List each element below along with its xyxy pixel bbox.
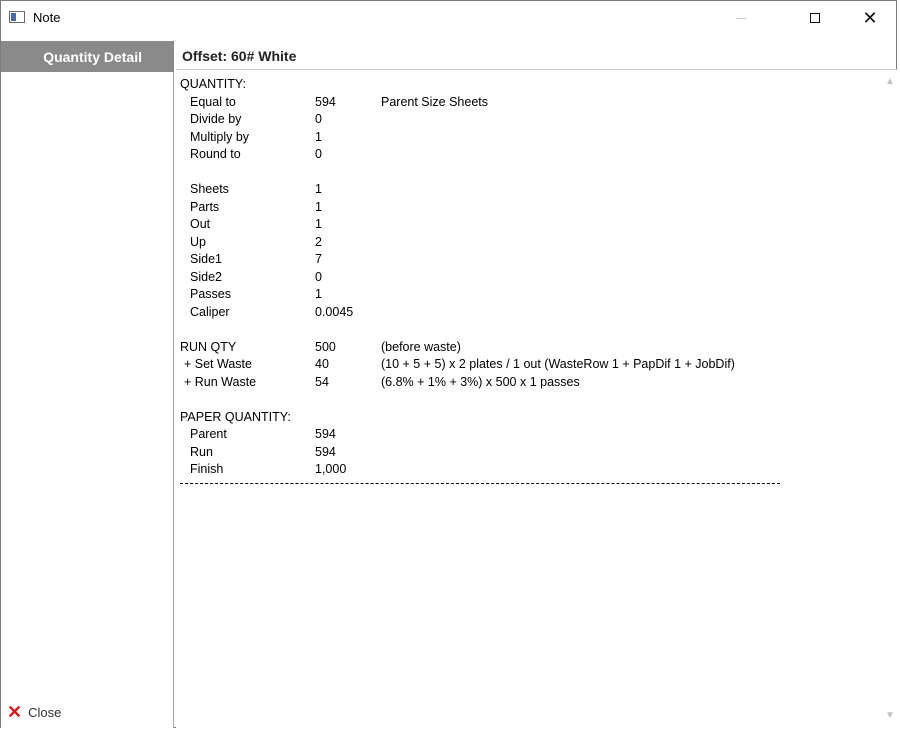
detail-row: Finish 1,000 [180,461,870,479]
close-button[interactable]: ✕ Close [7,702,62,722]
detail-row: Equal to 594 Parent Size Sheets [180,94,870,112]
note-text-area[interactable]: QUANTITY: Equal to 594 Parent Size Sheets D… [176,69,898,728]
row-value: 1 [315,129,322,144]
row-label: Passes [190,287,231,301]
detail-row: Out 1 [180,216,870,234]
row-label: Round to [190,147,241,161]
row-label: Finish [190,462,224,476]
row-label: Multiply by [190,129,250,144]
row-label: Sheets [190,182,229,196]
minimize-icon [736,17,746,19]
row-value: 1 [315,182,322,196]
row-note: Parent Size Sheets [381,94,489,109]
row-value: 594 [315,427,336,441]
quantity-heading: QUANTITY: [180,77,246,91]
row-label: Up [190,234,206,249]
detail-row: Up 2 [180,234,870,252]
close-icon: ✕ [862,8,878,28]
window-close-button[interactable]: ✕ [847,1,893,35]
detail-row: Run 594 [180,444,870,462]
row-value: 1,000 [315,462,347,476]
note-body: QUANTITY: Equal to 594 Parent Size Sheets D… [180,76,870,484]
detail-row: Multiply by 1 [180,129,870,147]
detail-row: + Run Waste 54 (6.8% + 1% + 3%) x 500 x 1 … [180,374,870,392]
note-window: Note ✕ Quantity Detail ✕ Close Offset: 6… [0,0,898,728]
row-value: 40 [315,357,329,371]
row-value: 0 [315,147,322,161]
vertical-scrollbar[interactable]: ▲ ▼ [881,70,898,727]
maximize-icon [810,13,820,23]
detail-row: Sheets 1 [180,181,870,199]
window-title: Note [33,10,61,25]
sidebar-item-quantity-detail[interactable]: Quantity Detail [1,41,174,72]
row-label: Side2 [190,269,222,284]
row-label: Parent [190,427,227,441]
maximize-button[interactable] [792,1,838,35]
title-bar: Note ✕ [1,1,896,35]
row-label: Run [190,444,213,459]
row-label: RUN QTY [180,339,237,354]
row-label: + Set Waste [184,357,252,371]
row-value: 7 [315,252,322,266]
row-label: Divide by [190,112,242,126]
row-value: 594 [315,94,336,109]
row-value: 1 [315,199,322,214]
row-label: Out [190,217,211,231]
detail-row: Side2 0 [180,269,870,287]
row-label: + Run Waste [184,374,257,389]
row-value: 500 [315,339,336,354]
detail-row: + Set Waste 40 (10 + 5 + 5) x 2 plates / 1… [180,356,870,374]
detail-row: Round to 0 [180,146,870,164]
row-value: 0 [315,269,322,284]
row-value: 2 [315,234,322,249]
scroll-down-icon[interactable]: ▼ [885,710,895,721]
detail-row: Parent 594 [180,426,870,444]
red-x-icon: ✕ [7,702,23,722]
row-label: Equal to [190,94,236,109]
sidebar: Quantity Detail ✕ Close [1,41,174,728]
detail-row: Caliper 0.0045 [180,304,870,322]
row-label: Side1 [190,252,222,266]
detail-row: Divide by 0 [180,111,870,129]
row-value: 594 [315,444,336,459]
paper-quantity-heading: PAPER QUANTITY: [180,409,291,424]
detail-row: Passes 1 [180,286,870,304]
row-label: Parts [190,199,220,214]
row-value: 0 [315,112,322,126]
row-value: 54 [315,374,329,389]
row-note: (before waste) [381,339,461,354]
window-icon [9,11,25,23]
close-label: Close [28,704,62,720]
row-value: 1 [315,287,322,301]
detail-row: Parts 1 [180,199,870,217]
detail-row: RUN QTY 500 (before waste) [180,339,870,357]
scroll-up-icon[interactable]: ▲ [885,76,895,87]
row-value: 1 [315,217,322,231]
page-title: Offset: 60# White [182,48,297,64]
row-value: 0.0045 [315,304,354,319]
minimize-button[interactable] [718,1,764,35]
dashed-divider [180,482,780,484]
row-label: Caliper [190,304,230,319]
row-note: (6.8% + 1% + 3%) x 500 x 1 passes [381,374,580,389]
detail-row: Side1 7 [180,251,870,269]
row-note: (10 + 5 + 5) x 2 plates / 1 out (WasteRo… [381,357,735,371]
